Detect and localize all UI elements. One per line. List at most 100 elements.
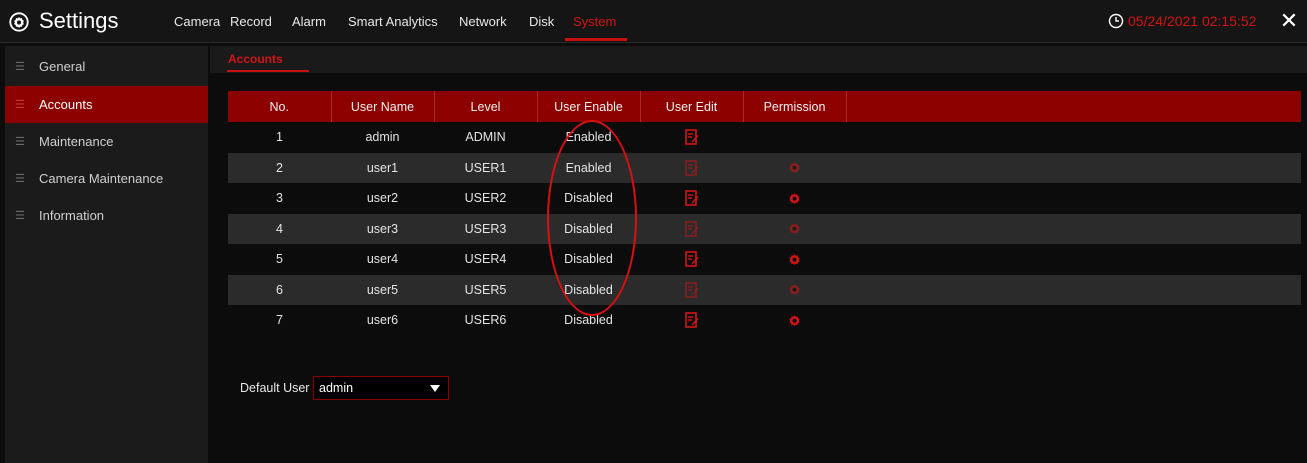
sidebar-item-information[interactable]: ☰ Information xyxy=(5,197,208,234)
column-header-level: Level xyxy=(434,91,538,122)
tab-accounts[interactable]: Accounts xyxy=(228,52,283,66)
cell-user-edit xyxy=(640,274,743,305)
sidebar-item-label: Accounts xyxy=(39,97,93,112)
cell-no: 1 xyxy=(276,130,283,145)
main-panel: Accounts No. User Name Level User Enable… xyxy=(210,46,1307,463)
clock-text: 05/24/2021 02:15:52 xyxy=(1128,13,1257,29)
cell-filler xyxy=(846,274,1301,305)
edit-icon[interactable] xyxy=(684,220,699,237)
table-row: 2 user1 USER1 Enabled xyxy=(228,152,1301,183)
permission-gear-icon[interactable] xyxy=(787,221,802,236)
column-header-filler xyxy=(846,91,1301,122)
active-subtab-indicator xyxy=(227,70,309,72)
sidebar-item-general[interactable]: ☰ General xyxy=(5,48,208,85)
table-row: 1 admin ADMIN Enabled xyxy=(228,122,1301,153)
cell-user-name: admin xyxy=(365,130,400,145)
edit-icon[interactable] xyxy=(684,251,699,268)
cell-user-name: user6 xyxy=(366,313,399,328)
edit-icon[interactable] xyxy=(684,190,699,207)
cell-user-edit xyxy=(640,244,743,275)
cell-user-enable: Disabled xyxy=(564,252,613,267)
tab-alarm[interactable]: Alarm xyxy=(292,14,326,30)
cell-permission xyxy=(743,244,846,275)
column-header-permission: Permission xyxy=(743,91,847,122)
sidebar-item-camera-maintenance[interactable]: ☰ Camera Maintenance xyxy=(5,160,208,197)
table-row: 7 user6 USER6 Disabled xyxy=(228,305,1301,336)
cell-no: 6 xyxy=(228,274,331,305)
table-row: 4 user3 USER3 Disabled xyxy=(228,213,1301,244)
table-header-row: No. User Name Level User Enable User Edi… xyxy=(228,91,1301,122)
cell-user-enable: Disabled xyxy=(537,213,640,244)
cell-level: USER5 xyxy=(434,274,537,305)
permission-gear-icon[interactable] xyxy=(787,282,802,297)
cell-level: ADMIN xyxy=(465,130,506,145)
cell-user-name: user3 xyxy=(331,213,434,244)
table-row: 5 user4 USER4 Disabled xyxy=(228,244,1301,275)
dropdown-arrow-icon xyxy=(430,384,440,392)
table-row: 6 user5 USER5 Disabled xyxy=(228,274,1301,305)
cell-user-edit xyxy=(640,213,743,244)
sidebar-item-label: General xyxy=(39,59,86,74)
cell-filler xyxy=(846,244,1301,275)
tab-smart-analytics[interactable]: Smart Analytics xyxy=(348,14,438,30)
cell-permission xyxy=(743,213,846,244)
edit-icon[interactable] xyxy=(684,312,699,329)
cell-user-enable: Disabled xyxy=(564,313,613,328)
list-icon: ☰ xyxy=(15,210,25,222)
cell-level: USER4 xyxy=(464,252,507,267)
edit-icon[interactable] xyxy=(684,159,699,176)
edit-icon[interactable] xyxy=(684,129,699,146)
cell-permission xyxy=(743,305,846,336)
cell-permission xyxy=(743,152,846,183)
cell-level: USER3 xyxy=(434,213,537,244)
cell-user-name: user2 xyxy=(366,191,399,206)
subtab-bar: Accounts xyxy=(210,46,1307,73)
cell-level: USER2 xyxy=(464,191,507,206)
cell-level: USER1 xyxy=(434,152,537,183)
tab-record[interactable]: Record xyxy=(230,14,272,30)
cell-user-enable: Enabled xyxy=(537,152,640,183)
permission-gear-icon[interactable] xyxy=(787,252,802,267)
cell-filler xyxy=(846,183,1301,214)
column-header-no: No. xyxy=(228,91,332,122)
sidebar-item-maintenance[interactable]: ☰ Maintenance xyxy=(5,123,208,160)
permission-gear-icon[interactable] xyxy=(787,313,802,328)
permission-gear-icon[interactable] xyxy=(787,160,802,175)
sidebar-item-accounts[interactable]: ☰ Accounts xyxy=(5,86,208,123)
cell-user-edit xyxy=(640,183,743,214)
default-user-select[interactable]: admin xyxy=(313,376,449,400)
cell-user-enable: Disabled xyxy=(537,274,640,305)
gear-icon xyxy=(9,12,29,32)
tab-network[interactable]: Network xyxy=(459,14,507,30)
accounts-table: No. User Name Level User Enable User Edi… xyxy=(228,91,1301,336)
cell-permission xyxy=(743,183,846,214)
cell-filler xyxy=(846,213,1301,244)
permission-gear-icon[interactable] xyxy=(787,191,802,206)
cell-filler xyxy=(846,305,1301,336)
cell-user-name: user5 xyxy=(331,274,434,305)
cell-user-edit xyxy=(640,305,743,336)
column-header-user-edit: User Edit xyxy=(640,91,744,122)
clock: 05/24/2021 02:15:52 xyxy=(1108,13,1256,29)
sidebar: ☰ General ☰ Accounts ☰ Maintenance ☰ Cam… xyxy=(5,46,208,463)
cell-user-name: user1 xyxy=(331,152,434,183)
cell-no: 4 xyxy=(228,213,331,244)
tab-disk[interactable]: Disk xyxy=(529,14,554,30)
cell-no: 3 xyxy=(276,191,283,206)
cell-user-edit xyxy=(640,122,743,153)
table-row: 3 user2 USER2 Disabled xyxy=(228,183,1301,214)
clock-icon xyxy=(1108,13,1124,29)
tab-camera[interactable]: Camera xyxy=(174,14,220,30)
cell-level: USER6 xyxy=(464,313,507,328)
cell-user-enable: Enabled xyxy=(565,130,612,145)
page-title: Settings xyxy=(39,8,119,33)
cell-permission xyxy=(743,122,846,153)
active-tab-indicator xyxy=(565,38,627,41)
default-user-label: Default User xyxy=(240,381,310,395)
cell-no: 2 xyxy=(228,152,331,183)
edit-icon[interactable] xyxy=(684,281,699,298)
cell-permission xyxy=(743,274,846,305)
close-button[interactable]: ✕ xyxy=(1279,10,1299,32)
cell-filler xyxy=(846,152,1301,183)
tab-system[interactable]: System xyxy=(573,14,616,30)
